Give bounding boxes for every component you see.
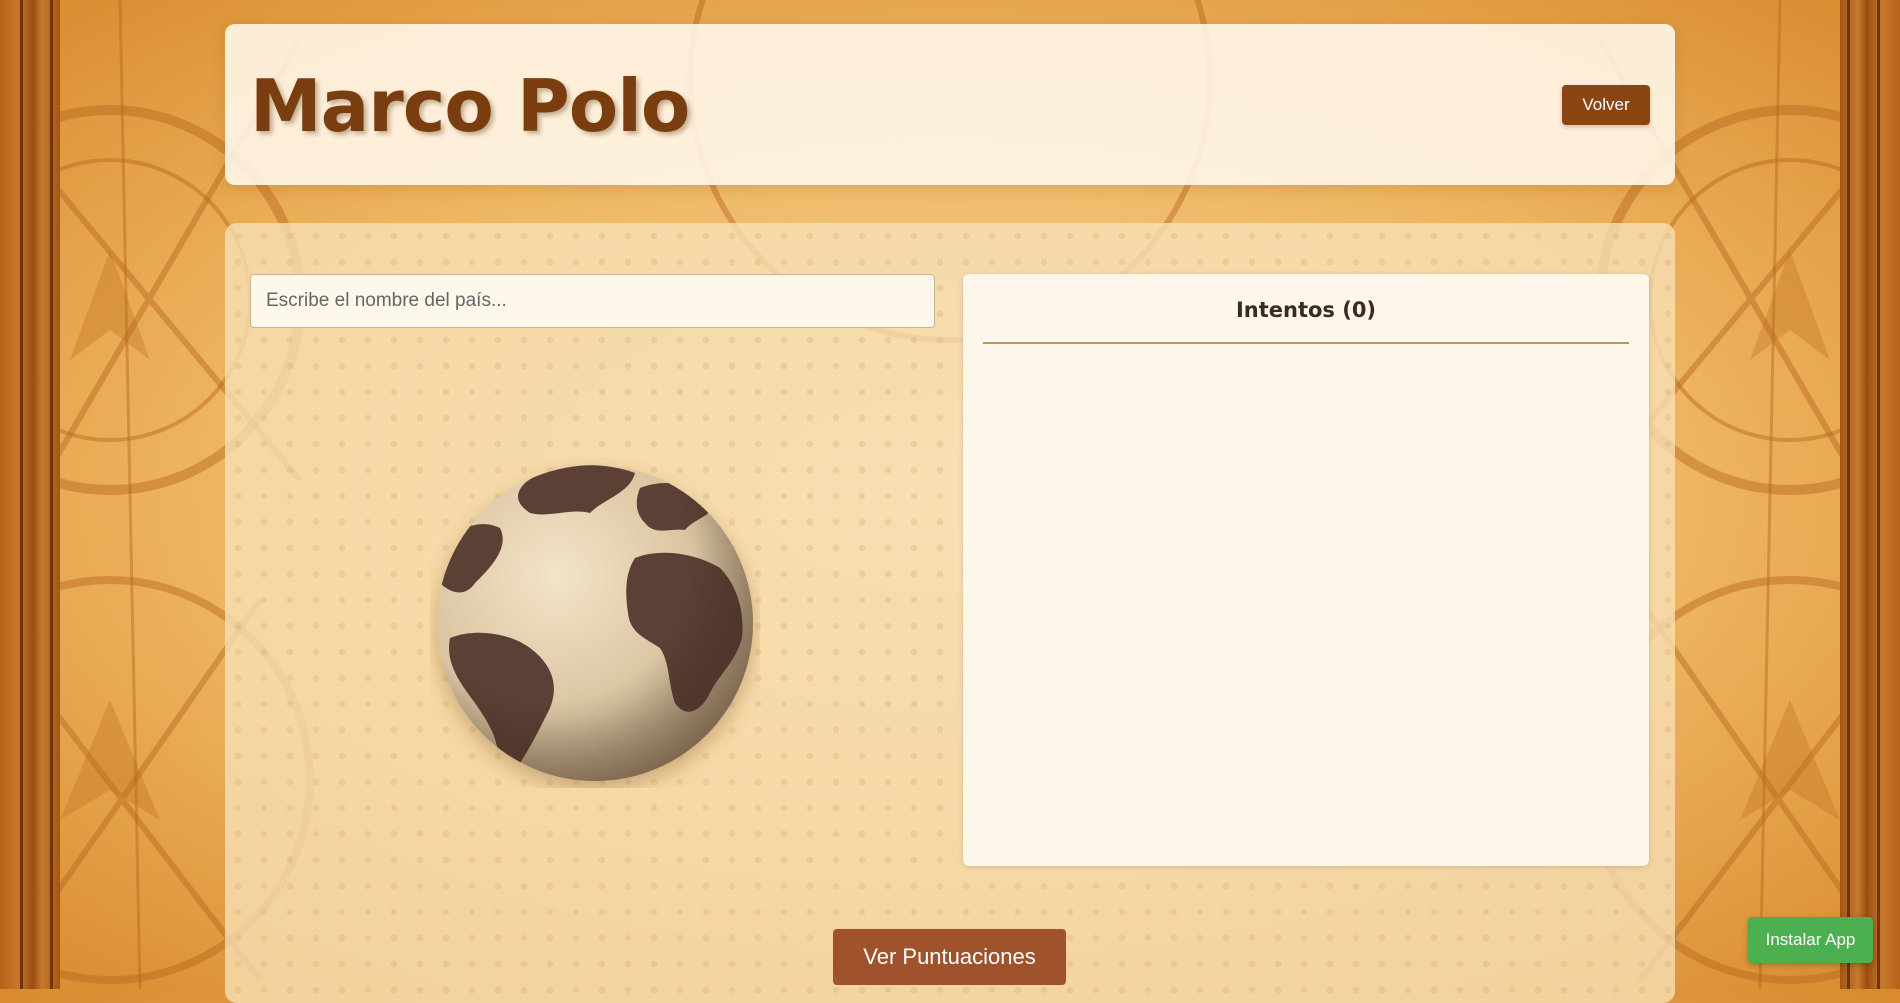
divider	[983, 342, 1629, 344]
left-border-line	[20, 0, 23, 989]
attempts-panel: Intentos (0)	[963, 274, 1649, 866]
country-search-input[interactable]	[250, 274, 935, 328]
install-app-button[interactable]: Instalar App	[1748, 917, 1873, 963]
globe-icon	[437, 465, 753, 781]
view-scores-button[interactable]: Ver Puntuaciones	[833, 929, 1066, 985]
page-title: Marco Polo	[250, 64, 690, 148]
right-border-line	[1877, 0, 1880, 989]
back-button[interactable]: Volver	[1562, 85, 1650, 125]
attempts-title: Intentos (0)	[1235, 298, 1377, 322]
globe[interactable]	[430, 458, 760, 788]
game-panel: Intentos (0) Ver Puntuaciones	[225, 223, 1675, 1003]
right-border-line-inner	[1847, 0, 1850, 989]
header: Marco Polo Volver	[225, 24, 1675, 185]
left-border-line-inner	[50, 0, 53, 989]
